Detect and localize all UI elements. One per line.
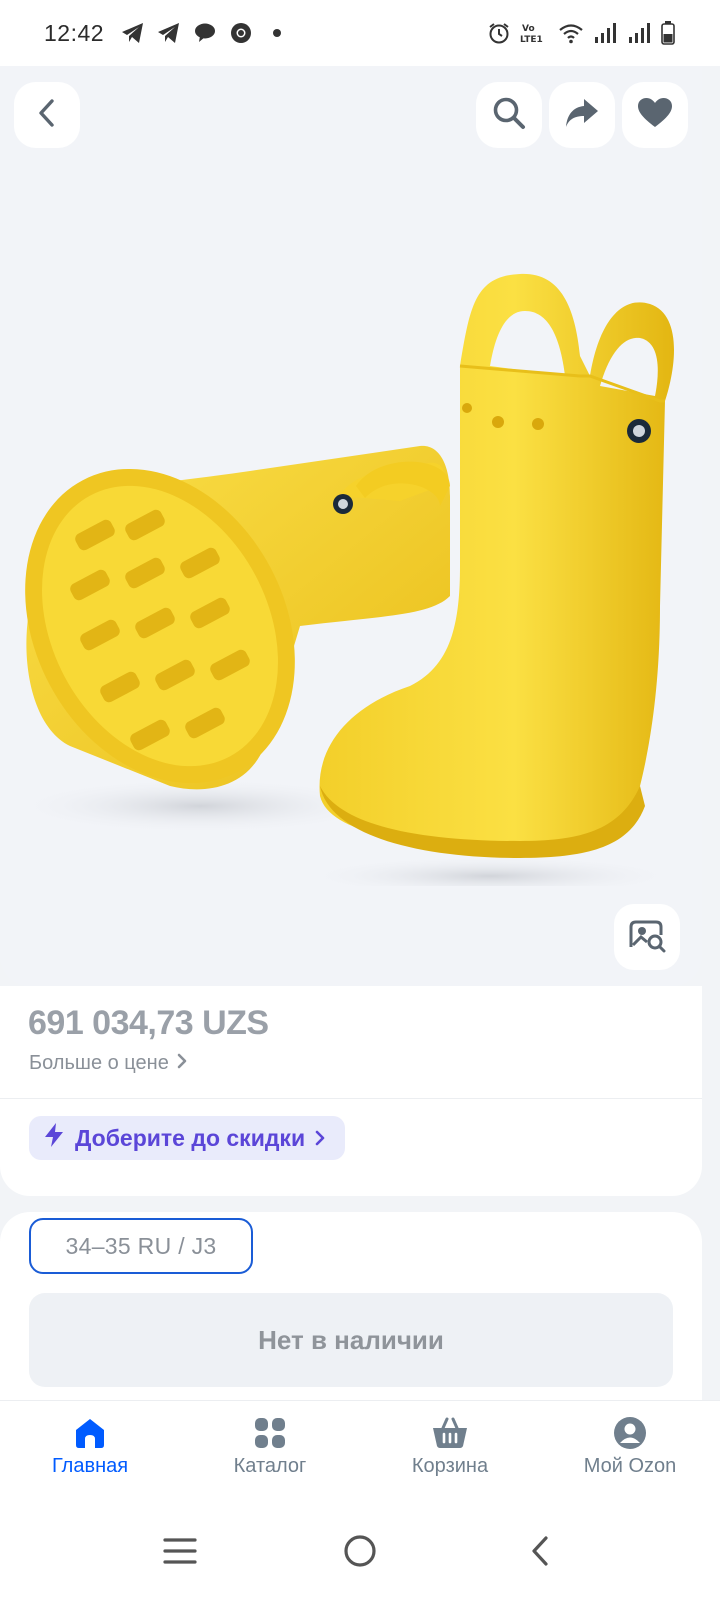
basket-icon [432, 1415, 468, 1451]
menu-icon [163, 1537, 197, 1570]
image-search-button[interactable] [614, 904, 680, 970]
volte-icon: Vo LTE1 [520, 20, 550, 46]
price-details-label: Больше о цене [29, 1052, 169, 1074]
heart-icon [637, 97, 673, 134]
chrome-icon [228, 20, 254, 46]
signal-icon [626, 20, 652, 46]
nav-item-catalog[interactable]: Каталог [180, 1401, 360, 1498]
chevron-right-icon [177, 1052, 187, 1075]
wifi-icon [558, 20, 584, 46]
chevron-right-icon [315, 1125, 325, 1152]
home-icon [72, 1415, 108, 1451]
product-price: 691 034,73 UZS [28, 1004, 269, 1042]
nav-label: Корзина [411, 1455, 489, 1477]
back-icon [528, 1535, 552, 1572]
circle-icon [343, 1534, 377, 1573]
dot-icon [264, 20, 290, 46]
svg-text:Vo: Vo [522, 24, 535, 34]
price-details-link[interactable]: Больше о цене [29, 1052, 187, 1075]
back-system-button[interactable] [510, 1523, 570, 1583]
search-button[interactable] [476, 82, 542, 148]
home-system-button[interactable] [330, 1523, 390, 1583]
share-button[interactable] [549, 82, 615, 148]
back-icon [34, 98, 60, 133]
catalog-icon [252, 1415, 288, 1451]
status-bar: 12:42 Vo LTE1 [0, 0, 720, 66]
status-time: 12:42 [44, 19, 105, 46]
system-navigation [0, 1498, 720, 1608]
size-option-selected[interactable]: 34–35 RU / J3 [29, 1218, 253, 1274]
recent-apps-button[interactable] [150, 1523, 210, 1583]
nav-label: Мой Ozon [583, 1455, 677, 1477]
product-image [10, 273, 680, 886]
bottom-navigation: Главная Каталог Корзина Мой Ozon [0, 1400, 720, 1498]
product-gallery[interactable] [0, 66, 702, 986]
signal-icon [592, 20, 618, 46]
telegram-icon [120, 20, 146, 46]
search-icon [491, 95, 527, 136]
price-section: 691 034,73 UZS Больше о цене Доберите до… [0, 986, 702, 1196]
telegram-icon [156, 20, 182, 46]
share-icon [564, 97, 600, 134]
nav-item-cart[interactable]: Корзина [360, 1401, 540, 1498]
nav-item-profile[interactable]: Мой Ozon [540, 1401, 720, 1498]
nav-item-home[interactable]: Главная [0, 1401, 180, 1498]
status-bar-right: Vo LTE1 [486, 20, 676, 46]
chat-icon [192, 20, 218, 46]
favorite-button[interactable] [622, 82, 688, 148]
divider [0, 1098, 702, 1099]
back-button[interactable] [14, 82, 80, 148]
profile-icon [612, 1415, 648, 1451]
svg-text:LTE1: LTE1 [520, 35, 543, 45]
variant-section: 34–35 RU / J3 Нет в наличии [0, 1212, 702, 1432]
battery-icon [660, 20, 676, 46]
image-search-icon [628, 917, 666, 958]
promo-label: Доберите до скидки [75, 1124, 306, 1151]
nav-label: Каталог [233, 1455, 307, 1477]
alarm-icon [486, 20, 512, 46]
out-of-stock-button[interactable]: Нет в наличии [29, 1293, 673, 1387]
nav-label: Главная [51, 1455, 129, 1477]
lightning-icon [43, 1122, 65, 1154]
status-bar-left: 12:42 [44, 20, 290, 47]
discount-promo-button[interactable]: Доберите до скидки [29, 1116, 346, 1160]
